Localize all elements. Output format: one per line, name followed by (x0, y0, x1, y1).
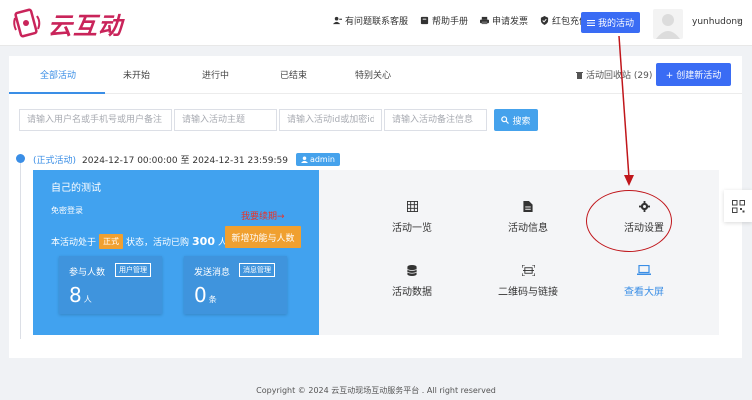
document-icon (523, 201, 533, 212)
nav-help-manual[interactable]: 帮助手册 (420, 14, 468, 27)
status-mid: 状态，活动已购 (126, 238, 190, 248)
recycle-bin-link[interactable]: 活动回收站 (29) (576, 68, 652, 81)
participants-stat: 参与人数 用户管理 8人 (59, 256, 162, 314)
purchased-count: 300 (192, 235, 215, 248)
messages-stat: 发送消息 消息管理 0条 (184, 256, 287, 314)
trash-icon (576, 71, 583, 79)
my-activity-label: 我的活动 (597, 19, 634, 29)
action-qrcode-link[interactable]: 二维码与链接 (473, 265, 583, 298)
nav-label: 帮助手册 (432, 17, 469, 27)
activity-status: (正式活动) (33, 156, 77, 166)
book-icon (420, 16, 429, 25)
user-icon (300, 156, 308, 163)
tab-special-care[interactable]: 特别关心 (355, 68, 391, 81)
stat-label: 参与人数 (69, 268, 106, 278)
stat-label: 发送消息 (194, 268, 231, 278)
stat-unit: 人 (83, 295, 92, 304)
logo-text: 云互动 (48, 12, 123, 40)
create-activity-button[interactable]: + 创建新活动 (656, 63, 731, 86)
active-tab-indicator (9, 92, 105, 94)
list-icon (586, 19, 595, 26)
message-management-button[interactable]: 消息管理 (239, 263, 275, 277)
messages-count: 0 (194, 283, 207, 307)
action-label: 活动一览 (392, 223, 432, 234)
nav-label: 申请发票 (492, 17, 529, 27)
shield-icon (540, 16, 549, 25)
activity-time-range: 2024-12-17 00:00:00 至 2024-12-31 23:59:5… (82, 156, 288, 166)
version-tag: 正式 (99, 234, 124, 249)
database-icon (407, 265, 417, 276)
user-service-icon (333, 16, 342, 25)
logo[interactable]: 云互动 (10, 6, 123, 41)
activity-subtitle: 免密登录 (51, 206, 83, 215)
stat-unit: 条 (208, 295, 217, 304)
grid-icon (406, 201, 418, 212)
search-user-input[interactable] (19, 109, 172, 131)
recycle-bin-label: 活动回收站 (29) (586, 71, 653, 81)
status-prefix: 本活动处于 (51, 238, 97, 248)
nav-contact-support[interactable]: 有问题联系客服 (333, 14, 408, 27)
action-overview[interactable]: 活动一览 (357, 201, 467, 234)
owner-badge: admin (295, 153, 341, 166)
search-button-label: 搜索 (512, 116, 531, 127)
footer-copyright: Copyright © 2024 云互动现场互动服务平台 . All right… (256, 386, 496, 395)
activity-actions-grid: 活动一览 活动信息 活动设置 活动数据 二维码与链接 查看大屏 (319, 170, 719, 335)
activity-title: 自己的测试 (51, 183, 101, 194)
renew-link[interactable]: 我要续期→ (241, 209, 285, 222)
logo-icon (10, 8, 44, 40)
search-icon (501, 116, 510, 124)
username[interactable]: yunhudong (692, 17, 743, 27)
timeline-dot (16, 154, 25, 163)
tab-all-activities[interactable]: 全部活动 (40, 68, 76, 81)
action-label: 查看大屏 (624, 287, 664, 298)
tab-in-progress[interactable]: 进行中 (202, 68, 229, 81)
tab-ended[interactable]: 已结束 (280, 68, 307, 81)
printer-icon (480, 16, 490, 25)
activity-meta: (正式活动) 2024-12-17 00:00:00 至 2024-12-31 … (33, 153, 341, 166)
action-big-screen[interactable]: 查看大屏 (589, 265, 699, 298)
my-activity-button[interactable]: 我的活动 (581, 12, 640, 33)
user-management-button[interactable]: 用户管理 (115, 263, 151, 277)
activity-status-line: 本活动处于 正式 状态，活动已购 300 人 (51, 234, 227, 249)
action-label: 活动数据 (392, 287, 432, 298)
stat-value: 0条 (194, 283, 217, 307)
qrcode-scan-icon (521, 265, 535, 276)
activity-card: 自己的测试 免密登录 我要续期→ 本活动处于 正式 状态，活动已购 300 人 … (33, 170, 319, 335)
participants-count: 8 (69, 283, 82, 307)
tab-not-started[interactable]: 未开始 (123, 68, 150, 81)
header-nav: 有问题联系客服 帮助手册 申请发票 红包充值 (333, 14, 600, 27)
floating-qrcode-button[interactable] (724, 190, 752, 222)
laptop-icon (637, 265, 651, 275)
qrcode-icon (731, 199, 745, 213)
action-data[interactable]: 活动数据 (357, 265, 467, 298)
search-button[interactable]: 搜索 (494, 109, 538, 131)
avatar[interactable] (653, 9, 683, 39)
activity-tabs: 全部活动 未开始 进行中 已结束 特别关心 活动回收站 (29) + 创建新活动 (9, 56, 742, 94)
action-info[interactable]: 活动信息 (473, 201, 583, 234)
stat-value: 8人 (69, 283, 92, 307)
top-header: 云互动 有问题联系客服 帮助手册 申请发票 红包充值 我的活动 yunhudon… (0, 0, 752, 46)
chevron-down-icon[interactable]: ▾ (737, 16, 741, 25)
annotation-highlight-circle (586, 190, 672, 252)
search-id-input[interactable] (279, 109, 382, 131)
nav-apply-invoice[interactable]: 申请发票 (480, 14, 528, 27)
timeline-line (20, 163, 21, 339)
owner-badge-label: admin (309, 155, 336, 164)
action-label: 活动信息 (508, 223, 548, 234)
nav-label: 有问题联系客服 (345, 17, 409, 27)
search-topic-input[interactable] (174, 109, 277, 131)
action-label: 二维码与链接 (498, 287, 558, 298)
add-function-button[interactable]: 新增功能与人数 (225, 226, 301, 248)
search-remark-input[interactable] (384, 109, 487, 131)
